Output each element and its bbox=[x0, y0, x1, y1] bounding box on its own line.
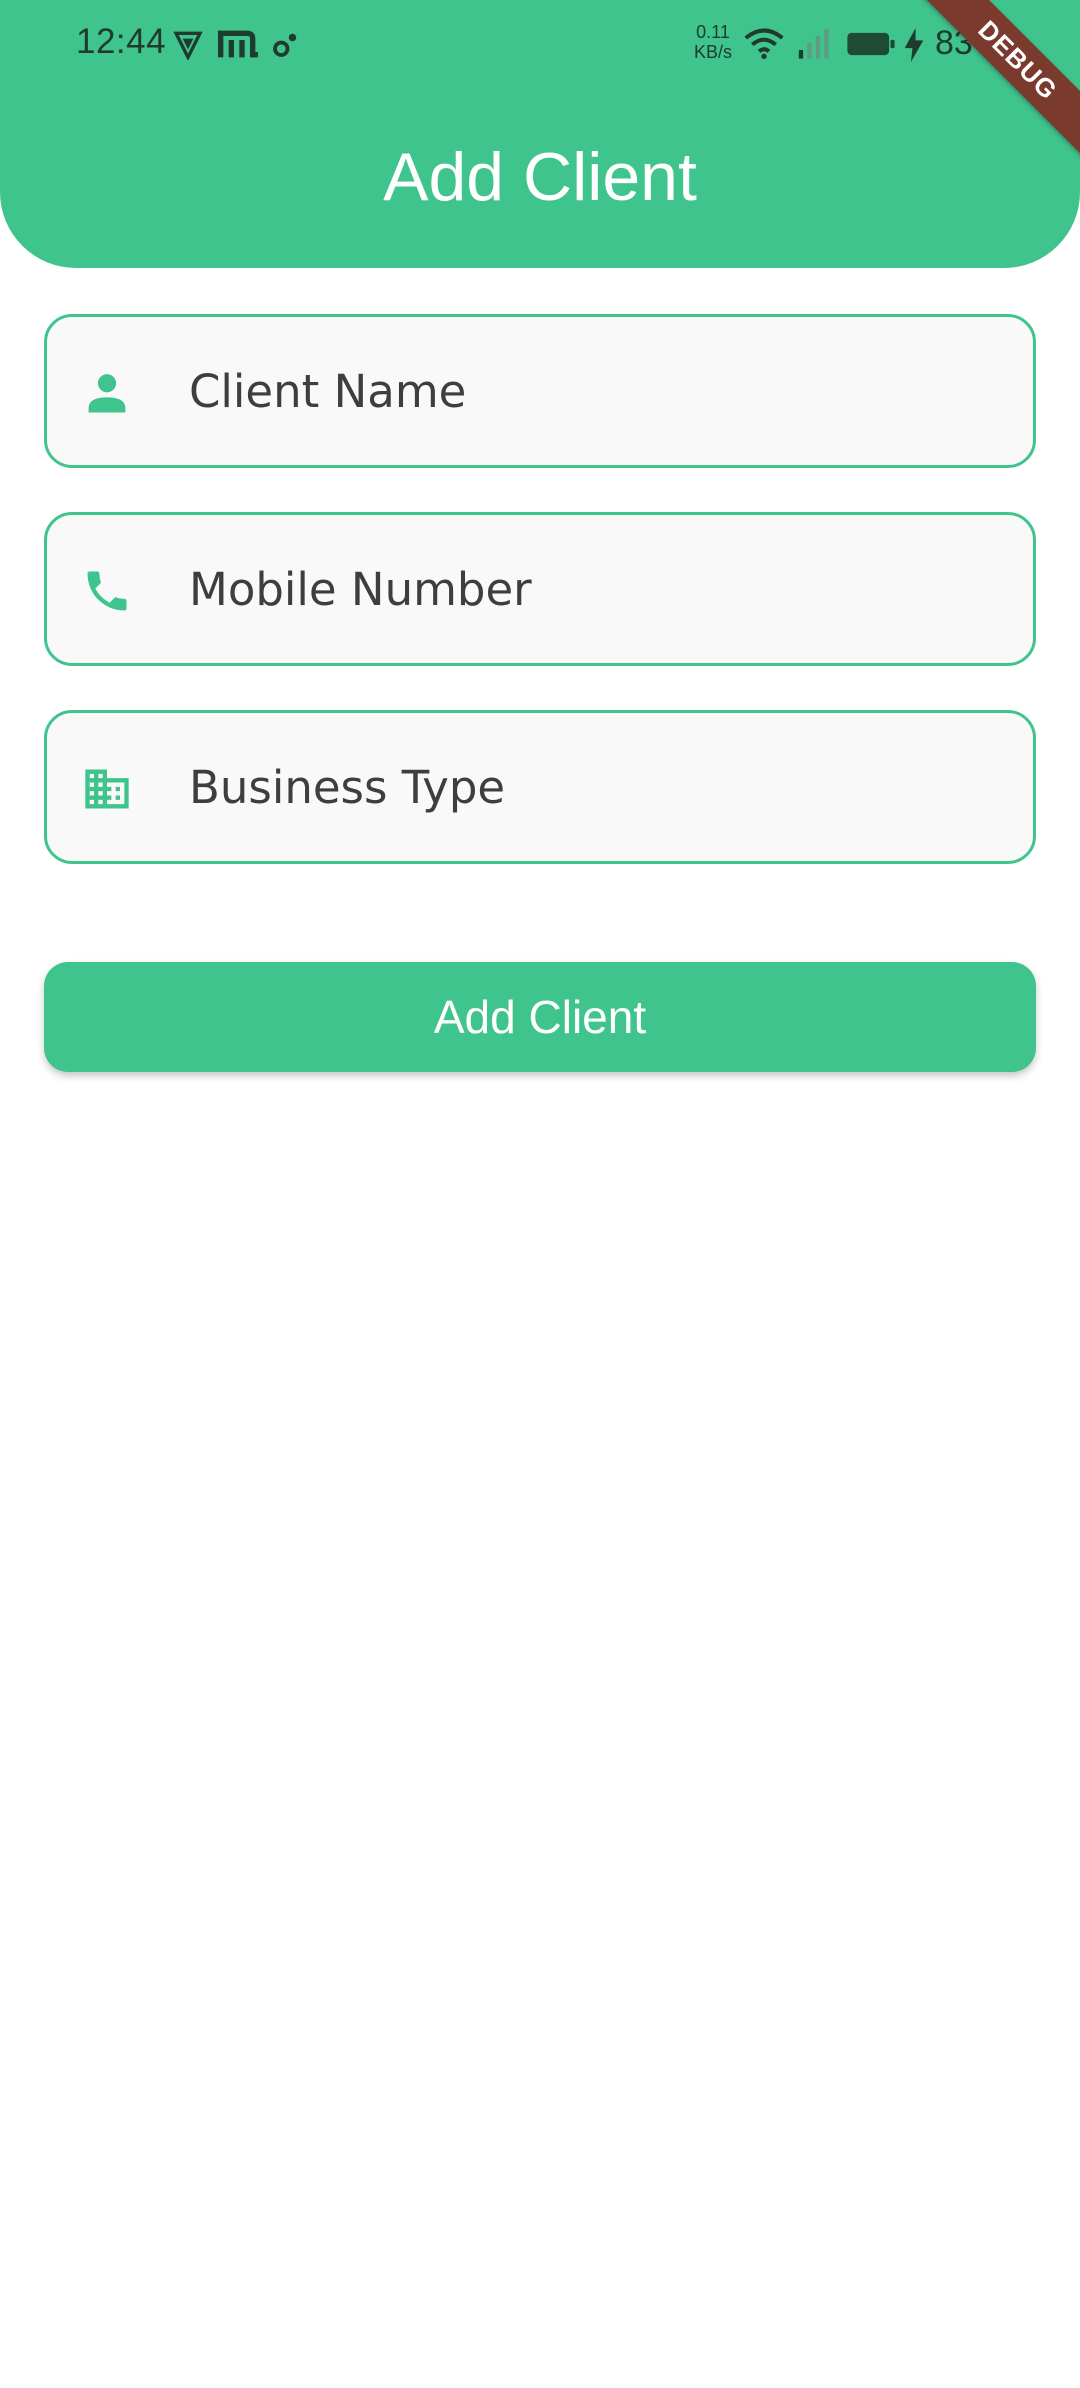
network-speed: 0.11 KB/s bbox=[693, 22, 732, 62]
app-header: 12:44 0.11 KB/s 83 Add Client bbox=[0, 0, 1080, 268]
settings-sync-icon bbox=[273, 33, 297, 57]
app-m-icon bbox=[218, 30, 258, 58]
wifi-icon bbox=[744, 28, 784, 59]
phone-icon bbox=[87, 571, 127, 611]
client-name-input[interactable] bbox=[189, 317, 1009, 465]
business-type-field[interactable] bbox=[44, 710, 1036, 864]
status-time: 12:44 bbox=[76, 22, 167, 61]
cell-signal-icon bbox=[798, 28, 829, 59]
page-title: Add Client bbox=[383, 139, 697, 215]
business-icon bbox=[85, 769, 129, 809]
battery-icon bbox=[847, 32, 895, 56]
add-client-screen: 12:44 0.11 KB/s 83 Add Client DEBUG Clie… bbox=[0, 0, 1080, 2388]
mobile-number-input[interactable] bbox=[189, 515, 1009, 663]
person-icon bbox=[88, 374, 126, 413]
status-bar: 12:44 0.11 KB/s 83 bbox=[0, 0, 1080, 90]
business-type-input[interactable] bbox=[189, 713, 1009, 861]
mobile-number-field[interactable] bbox=[44, 512, 1036, 666]
client-name-field[interactable] bbox=[44, 314, 1036, 468]
vpn-shield-icon bbox=[173, 31, 203, 60]
add-client-button[interactable]: Add Client bbox=[44, 962, 1036, 1072]
charging-bolt-icon bbox=[904, 28, 924, 62]
